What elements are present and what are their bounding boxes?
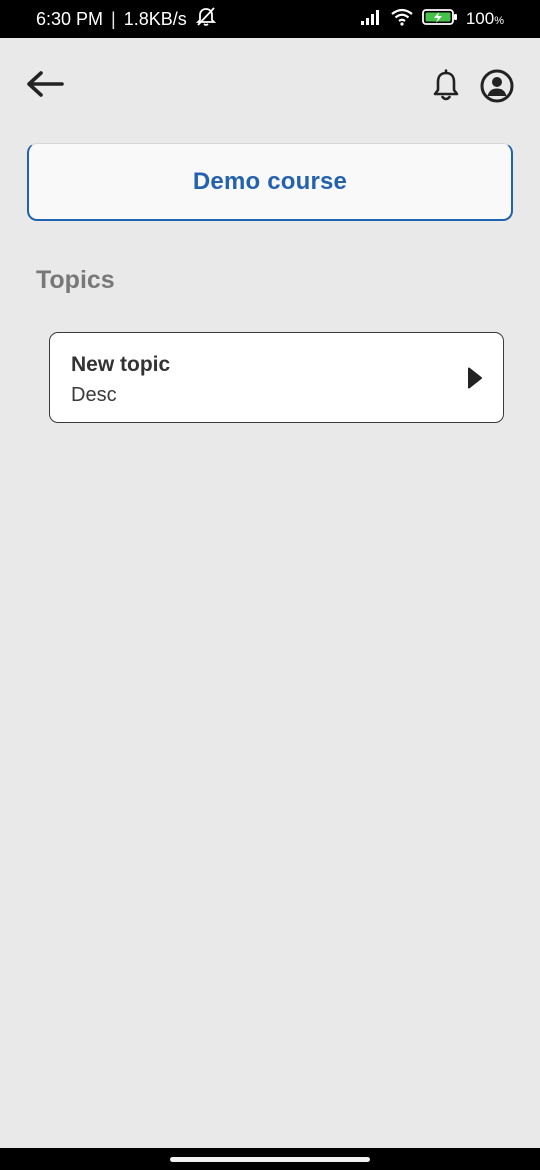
muted-bell-icon xyxy=(195,6,217,32)
back-arrow-icon xyxy=(27,71,64,97)
app-bar xyxy=(0,38,540,132)
home-indicator[interactable] xyxy=(170,1157,370,1162)
wifi-icon xyxy=(390,8,414,31)
topic-title: New topic xyxy=(71,353,171,376)
bell-icon xyxy=(433,69,459,101)
signal-icon xyxy=(360,9,382,30)
course-header-card: Demo course xyxy=(27,143,513,221)
topics-heading: Topics xyxy=(36,266,115,294)
network-speed: 1.8KB/s xyxy=(123,8,187,29)
play-arrow-icon xyxy=(468,367,482,389)
topic-description: Desc xyxy=(71,384,117,406)
back-button[interactable] xyxy=(22,64,68,104)
notifications-button[interactable] xyxy=(426,66,466,106)
topic-list-item[interactable]: New topic Desc xyxy=(49,332,504,423)
status-separator: | xyxy=(111,8,116,29)
course-screen: 6:30 PM | 1.8KB/s 100% Demo course Topic… xyxy=(0,0,540,1170)
status-right: 100% xyxy=(360,8,504,31)
battery-charging-icon xyxy=(421,8,458,31)
battery-value: 100 xyxy=(465,9,495,28)
status-bar: 6:30 PM | 1.8KB/s 100% xyxy=(0,0,540,38)
battery-percent: 100% xyxy=(466,9,504,29)
account-circle-icon xyxy=(480,69,514,103)
status-left: 6:30 PM | 1.8KB/s xyxy=(36,6,217,32)
status-time: 6:30 PM xyxy=(36,8,104,29)
profile-button[interactable] xyxy=(477,66,517,106)
course-title: Demo course xyxy=(192,167,348,195)
battery-unit: % xyxy=(494,15,504,27)
system-nav-bar xyxy=(0,1148,540,1170)
